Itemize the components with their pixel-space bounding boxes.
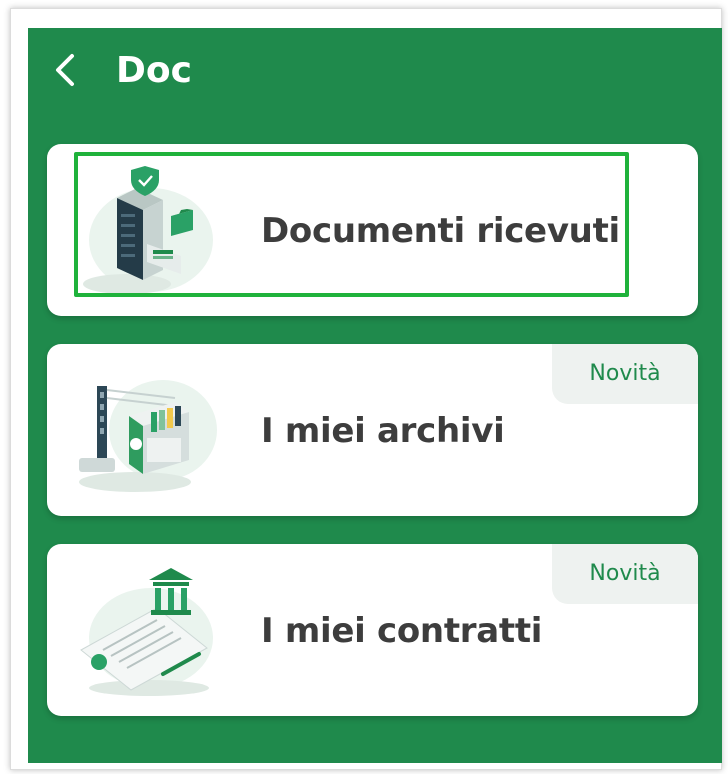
chevron-left-icon [56, 54, 74, 86]
new-badge: Novità [552, 544, 698, 604]
header: Doc [28, 28, 722, 114]
app-screen: Doc Documenti ricevuti I miei archivi No… [28, 28, 722, 763]
contract-illustration [80, 568, 213, 696]
archive-illustration [79, 380, 217, 492]
card-i-miei-contratti[interactable]: I miei contratti Novità [47, 544, 698, 716]
card-i-miei-archivi[interactable]: I miei archivi Novità [47, 344, 698, 516]
page-title: Doc [116, 50, 192, 91]
card-documenti-ricevuti[interactable]: Documenti ricevuti [47, 144, 698, 316]
card-label: Documenti ricevuti [261, 211, 620, 251]
file-cabinet-illustration [83, 166, 213, 294]
new-badge: Novità [552, 344, 698, 404]
back-button[interactable] [50, 50, 86, 90]
card-label: I miei contratti [261, 611, 543, 651]
card-label: I miei archivi [261, 411, 505, 451]
